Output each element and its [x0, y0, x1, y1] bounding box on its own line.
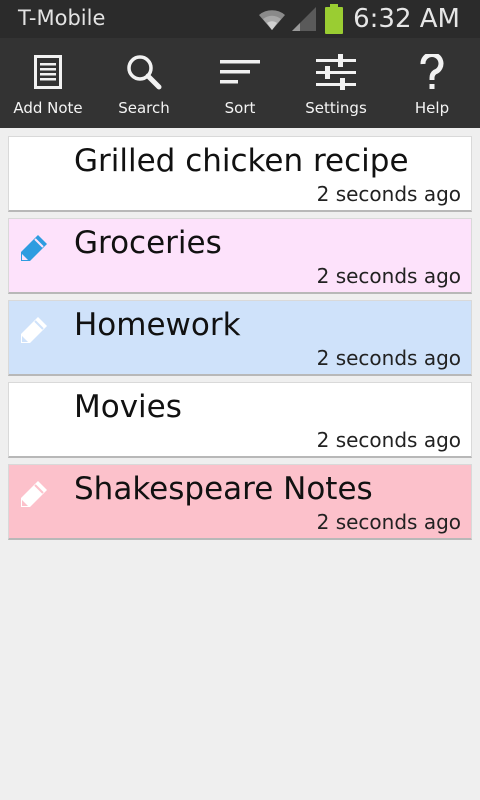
note-title: Grilled chicken recipe [74, 143, 409, 179]
pencil-icon [17, 477, 51, 511]
note-icon [34, 53, 62, 91]
sliders-icon [316, 53, 356, 91]
settings-button[interactable]: Settings [288, 38, 384, 128]
sort-button[interactable]: Sort [192, 38, 288, 128]
add-note-label: Add Note [13, 99, 83, 117]
settings-label: Settings [305, 99, 367, 117]
signal-icon [291, 6, 317, 32]
wifi-icon [257, 6, 287, 32]
battery-icon [325, 4, 344, 34]
note-item[interactable]: Shakespeare Notes 2 seconds ago [8, 464, 472, 540]
note-item[interactable]: Groceries 2 seconds ago [8, 218, 472, 294]
search-icon [126, 53, 162, 91]
note-timestamp: 2 seconds ago [316, 510, 461, 534]
note-timestamp: 2 seconds ago [316, 346, 461, 370]
note-timestamp: 2 seconds ago [316, 428, 461, 452]
carrier-name: T-Mobile [18, 6, 106, 30]
search-label: Search [118, 99, 170, 117]
toolbar: Add Note Search Sort Settings Help [0, 38, 480, 128]
notes-list: Grilled chicken recipe 2 seconds ago Gro… [8, 136, 472, 546]
note-title: Movies [74, 389, 182, 425]
add-note-button[interactable]: Add Note [0, 38, 96, 128]
status-icons: 6:32 AM [257, 0, 460, 38]
note-timestamp: 2 seconds ago [316, 264, 461, 288]
note-item[interactable]: Homework 2 seconds ago [8, 300, 472, 376]
pencil-icon [17, 313, 51, 347]
note-item[interactable]: Grilled chicken recipe 2 seconds ago [8, 136, 472, 212]
clock: 6:32 AM [353, 4, 460, 34]
help-label: Help [414, 99, 450, 117]
search-button[interactable]: Search [96, 38, 192, 128]
status-bar: T-Mobile 6:32 AM [0, 0, 480, 38]
note-item[interactable]: Movies 2 seconds ago [8, 382, 472, 458]
pencil-icon [17, 231, 51, 265]
question-icon [420, 53, 444, 91]
note-title: Homework [74, 307, 241, 343]
sort-label: Sort [224, 99, 256, 117]
note-title: Shakespeare Notes [74, 471, 373, 507]
note-timestamp: 2 seconds ago [316, 182, 461, 206]
note-title: Groceries [74, 225, 222, 261]
help-button[interactable]: Help [384, 38, 480, 128]
sort-icon [220, 53, 260, 91]
